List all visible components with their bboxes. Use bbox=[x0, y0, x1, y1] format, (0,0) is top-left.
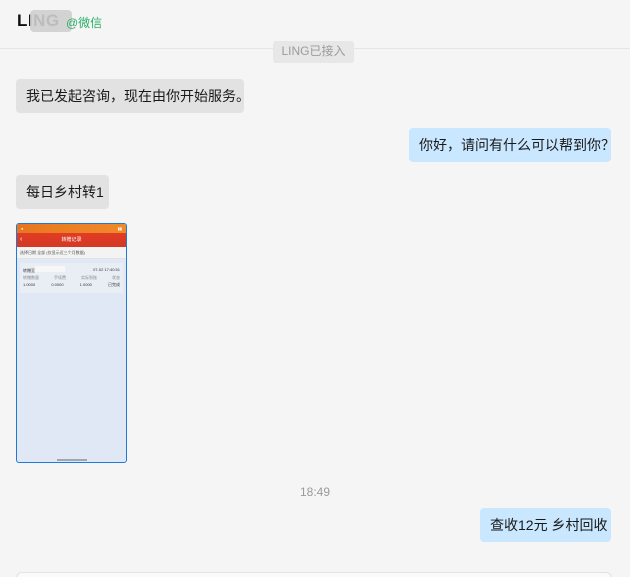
chat-window: LING @微信 LING已接入 我已发起咨询，现在由你开始服务。 你好，请问有… bbox=[0, 0, 630, 577]
message-bubble-customer[interactable]: 我已发起咨询，现在由你开始服务。 bbox=[16, 79, 250, 113]
image-val-2: 1.0000 bbox=[79, 282, 92, 287]
image-message[interactable]: ● ▮▮ ‹ 转赠记录 选择日期 全部 (仅显示近三个月数据) 转赠至 07-02… bbox=[16, 223, 127, 463]
image-filter-label: 选择日期 bbox=[20, 250, 36, 255]
message-input-area[interactable] bbox=[16, 572, 612, 577]
image-titlebar: ‹ 转赠记录 bbox=[17, 233, 126, 247]
message-bubble-agent[interactable]: 查收12元 乡村回收 bbox=[480, 508, 611, 542]
image-home-indicator bbox=[57, 459, 87, 461]
source-tag-label: @微信 bbox=[66, 16, 103, 30]
image-col-1: 手续费 bbox=[54, 275, 66, 280]
back-icon: ‹ bbox=[20, 236, 23, 243]
image-filter: 选择日期 全部 (仅显示近三个月数据) bbox=[17, 247, 126, 259]
system-notice: LING已接入 bbox=[273, 41, 354, 63]
image-col-0: 转赠数量 bbox=[23, 275, 39, 280]
image-val-3: 已完成 bbox=[107, 282, 120, 287]
image-val-1: 0.0000 bbox=[51, 282, 64, 287]
image-filter-value: 全部 bbox=[37, 250, 46, 255]
source-tag: @微信 bbox=[66, 14, 102, 31]
image-title: 转赠记录 bbox=[61, 237, 82, 243]
message-bubble-agent[interactable]: 你好，请问有什么可以帮到你？ bbox=[409, 128, 615, 162]
image-record-time: 07-02 17:40:51 bbox=[93, 267, 120, 272]
image-statusbar: ● ▮▮ bbox=[17, 224, 126, 233]
message-bubble-customer[interactable]: 每日乡村转1 bbox=[16, 175, 109, 209]
image-col-2: 实际到账 bbox=[81, 275, 97, 280]
image-record-card: 转赠至 07-02 17:40:51 转赠数量 手续费 实际到账 状态 1.00… bbox=[20, 263, 123, 293]
image-filter-hint: (仅显示近三个月数据) bbox=[46, 250, 85, 255]
message-timestamp: 18:49 bbox=[299, 485, 331, 499]
image-record-name: 转赠至 bbox=[23, 268, 35, 273]
image-col-3: 状态 bbox=[112, 275, 120, 280]
image-val-0: 1.0000 bbox=[23, 282, 36, 287]
